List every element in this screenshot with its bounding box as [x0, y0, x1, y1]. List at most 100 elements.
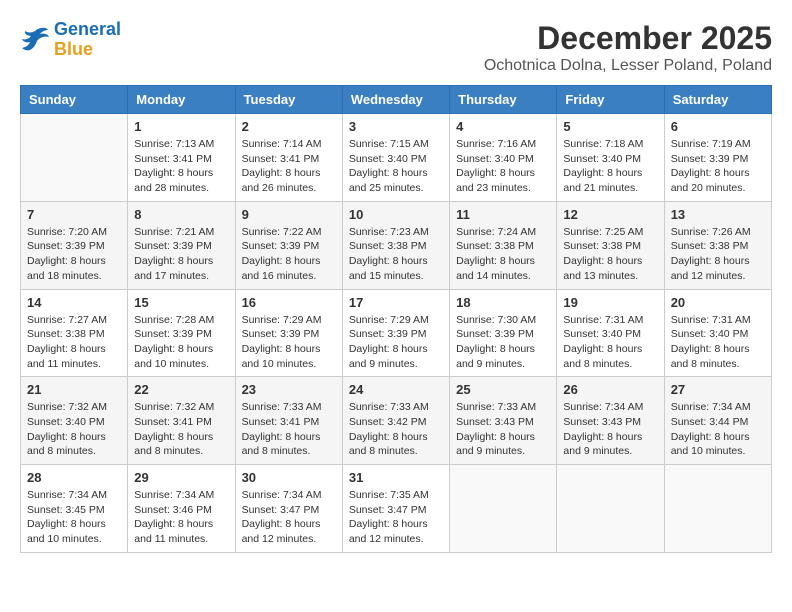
day-number: 26 [563, 382, 657, 397]
day-info: Sunrise: 7:33 AMSunset: 3:43 PMDaylight:… [456, 400, 550, 459]
calendar-cell [450, 465, 557, 553]
day-number: 30 [242, 470, 336, 485]
calendar-cell: 11 Sunrise: 7:24 AMSunset: 3:38 PMDayligh… [450, 201, 557, 289]
calendar-cell: 17 Sunrise: 7:29 AMSunset: 3:39 PMDayligh… [342, 289, 449, 377]
calendar-cell [557, 465, 664, 553]
calendar-cell: 21Sunrise: 7:32 AMSunset: 3:40 PMDayligh… [21, 377, 128, 465]
weekday-header: Thursday [450, 86, 557, 114]
calendar-cell: 16 Sunrise: 7:29 AMSunset: 3:39 PMDayligh… [235, 289, 342, 377]
title-block: December 2025 Ochotnica Dolna, Lesser Po… [484, 20, 772, 75]
day-number: 16 [242, 295, 336, 310]
day-info: Sunrise: 7:35 AMSunset: 3:47 PMDaylight:… [349, 488, 443, 547]
day-number: 20 [671, 295, 765, 310]
day-info: Sunrise: 7:24 AMSunset: 3:38 PMDaylight:… [456, 225, 550, 284]
day-number: 9 [242, 207, 336, 222]
calendar-cell: 27 Sunrise: 7:34 AMSunset: 3:44 PMDayligh… [664, 377, 771, 465]
day-info: Sunrise: 7:20 AMSunset: 3:39 PMDaylight:… [27, 225, 121, 284]
day-number: 3 [349, 119, 443, 134]
day-info: Sunrise: 7:34 AMSunset: 3:45 PMDaylight:… [27, 488, 121, 547]
day-info: Sunrise: 7:25 AMSunset: 3:38 PMDaylight:… [563, 225, 657, 284]
day-info: Sunrise: 7:23 AMSunset: 3:38 PMDaylight:… [349, 225, 443, 284]
calendar-cell: 18 Sunrise: 7:30 AMSunset: 3:39 PMDayligh… [450, 289, 557, 377]
calendar-cell: 7 Sunrise: 7:20 AMSunset: 3:39 PMDaylight… [21, 201, 128, 289]
day-info: Sunrise: 7:18 AMSunset: 3:40 PMDaylight:… [563, 137, 657, 196]
calendar-week-row: 28 Sunrise: 7:34 AMSunset: 3:45 PMDayligh… [21, 465, 772, 553]
calendar-table: SundayMondayTuesdayWednesdayThursdayFrid… [20, 85, 772, 553]
calendar-week-row: 21Sunrise: 7:32 AMSunset: 3:40 PMDayligh… [21, 377, 772, 465]
day-info: Sunrise: 7:26 AMSunset: 3:38 PMDaylight:… [671, 225, 765, 284]
day-info: Sunrise: 7:33 AMSunset: 3:41 PMDaylight:… [242, 400, 336, 459]
day-number: 15 [134, 295, 228, 310]
day-info: Sunrise: 7:16 AMSunset: 3:40 PMDaylight:… [456, 137, 550, 196]
day-number: 10 [349, 207, 443, 222]
day-info: Sunrise: 7:32 AMSunset: 3:41 PMDaylight:… [134, 400, 228, 459]
calendar-cell: 23 Sunrise: 7:33 AMSunset: 3:41 PMDayligh… [235, 377, 342, 465]
day-number: 2 [242, 119, 336, 134]
weekday-header: Saturday [664, 86, 771, 114]
day-info: Sunrise: 7:22 AMSunset: 3:39 PMDaylight:… [242, 225, 336, 284]
day-number: 19 [563, 295, 657, 310]
calendar-cell: 14 Sunrise: 7:27 AMSunset: 3:38 PMDayligh… [21, 289, 128, 377]
weekday-header: Wednesday [342, 86, 449, 114]
calendar-cell: 25 Sunrise: 7:33 AMSunset: 3:43 PMDayligh… [450, 377, 557, 465]
calendar-cell: 26 Sunrise: 7:34 AMSunset: 3:43 PMDayligh… [557, 377, 664, 465]
calendar-cell: 5 Sunrise: 7:18 AMSunset: 3:40 PMDaylight… [557, 114, 664, 202]
day-number: 4 [456, 119, 550, 134]
calendar-cell: 3 Sunrise: 7:15 AMSunset: 3:40 PMDaylight… [342, 114, 449, 202]
day-number: 12 [563, 207, 657, 222]
day-number: 7 [27, 207, 121, 222]
day-number: 14 [27, 295, 121, 310]
day-info: Sunrise: 7:19 AMSunset: 3:39 PMDaylight:… [671, 137, 765, 196]
calendar-cell: 9 Sunrise: 7:22 AMSunset: 3:39 PMDaylight… [235, 201, 342, 289]
day-info: Sunrise: 7:34 AMSunset: 3:46 PMDaylight:… [134, 488, 228, 547]
calendar-cell: 22 Sunrise: 7:32 AMSunset: 3:41 PMDayligh… [128, 377, 235, 465]
month-title: December 2025 [484, 20, 772, 57]
day-number: 23 [242, 382, 336, 397]
day-info: Sunrise: 7:33 AMSunset: 3:42 PMDaylight:… [349, 400, 443, 459]
calendar-header-row: SundayMondayTuesdayWednesdayThursdayFrid… [21, 86, 772, 114]
day-number: 11 [456, 207, 550, 222]
calendar-cell: 30Sunrise: 7:34 AMSunset: 3:47 PMDayligh… [235, 465, 342, 553]
day-number: 28 [27, 470, 121, 485]
day-info: Sunrise: 7:31 AMSunset: 3:40 PMDaylight:… [671, 313, 765, 372]
calendar-cell: 20 Sunrise: 7:31 AMSunset: 3:40 PMDayligh… [664, 289, 771, 377]
day-info: Sunrise: 7:28 AMSunset: 3:39 PMDaylight:… [134, 313, 228, 372]
day-number: 27 [671, 382, 765, 397]
day-info: Sunrise: 7:27 AMSunset: 3:38 PMDaylight:… [27, 313, 121, 372]
day-info: Sunrise: 7:29 AMSunset: 3:39 PMDaylight:… [349, 313, 443, 372]
calendar-cell: 4 Sunrise: 7:16 AMSunset: 3:40 PMDaylight… [450, 114, 557, 202]
day-number: 6 [671, 119, 765, 134]
calendar-cell: 28 Sunrise: 7:34 AMSunset: 3:45 PMDayligh… [21, 465, 128, 553]
calendar-cell: 19 Sunrise: 7:31 AMSunset: 3:40 PMDayligh… [557, 289, 664, 377]
day-info: Sunrise: 7:21 AMSunset: 3:39 PMDaylight:… [134, 225, 228, 284]
calendar-cell: 2Sunrise: 7:14 AMSunset: 3:41 PMDaylight… [235, 114, 342, 202]
day-info: Sunrise: 7:31 AMSunset: 3:40 PMDaylight:… [563, 313, 657, 372]
weekday-header: Tuesday [235, 86, 342, 114]
logo-icon [20, 26, 50, 54]
calendar-cell: 15 Sunrise: 7:28 AMSunset: 3:39 PMDayligh… [128, 289, 235, 377]
day-number: 25 [456, 382, 550, 397]
day-info: Sunrise: 7:34 AMSunset: 3:43 PMDaylight:… [563, 400, 657, 459]
weekday-header: Monday [128, 86, 235, 114]
logo: General Blue [20, 20, 121, 60]
day-info: Sunrise: 7:30 AMSunset: 3:39 PMDaylight:… [456, 313, 550, 372]
page-header: General Blue December 2025 Ochotnica Dol… [20, 20, 772, 75]
calendar-week-row: 7 Sunrise: 7:20 AMSunset: 3:39 PMDaylight… [21, 201, 772, 289]
day-info: Sunrise: 7:34 AMSunset: 3:44 PMDaylight:… [671, 400, 765, 459]
location-title: Ochotnica Dolna, Lesser Poland, Poland [484, 57, 772, 75]
day-info: Sunrise: 7:13 AMSunset: 3:41 PMDaylight:… [134, 137, 228, 196]
day-info: Sunrise: 7:15 AMSunset: 3:40 PMDaylight:… [349, 137, 443, 196]
calendar-cell [21, 114, 128, 202]
calendar-cell: 1 Sunrise: 7:13 AMSunset: 3:41 PMDaylight… [128, 114, 235, 202]
day-info: Sunrise: 7:29 AMSunset: 3:39 PMDaylight:… [242, 313, 336, 372]
weekday-header: Friday [557, 86, 664, 114]
calendar-cell: 12 Sunrise: 7:25 AMSunset: 3:38 PMDayligh… [557, 201, 664, 289]
calendar-cell: 31Sunrise: 7:35 AMSunset: 3:47 PMDayligh… [342, 465, 449, 553]
day-number: 1 [134, 119, 228, 134]
day-number: 18 [456, 295, 550, 310]
day-number: 22 [134, 382, 228, 397]
logo-text: General Blue [54, 20, 121, 60]
day-number: 8 [134, 207, 228, 222]
day-number: 17 [349, 295, 443, 310]
day-number: 5 [563, 119, 657, 134]
